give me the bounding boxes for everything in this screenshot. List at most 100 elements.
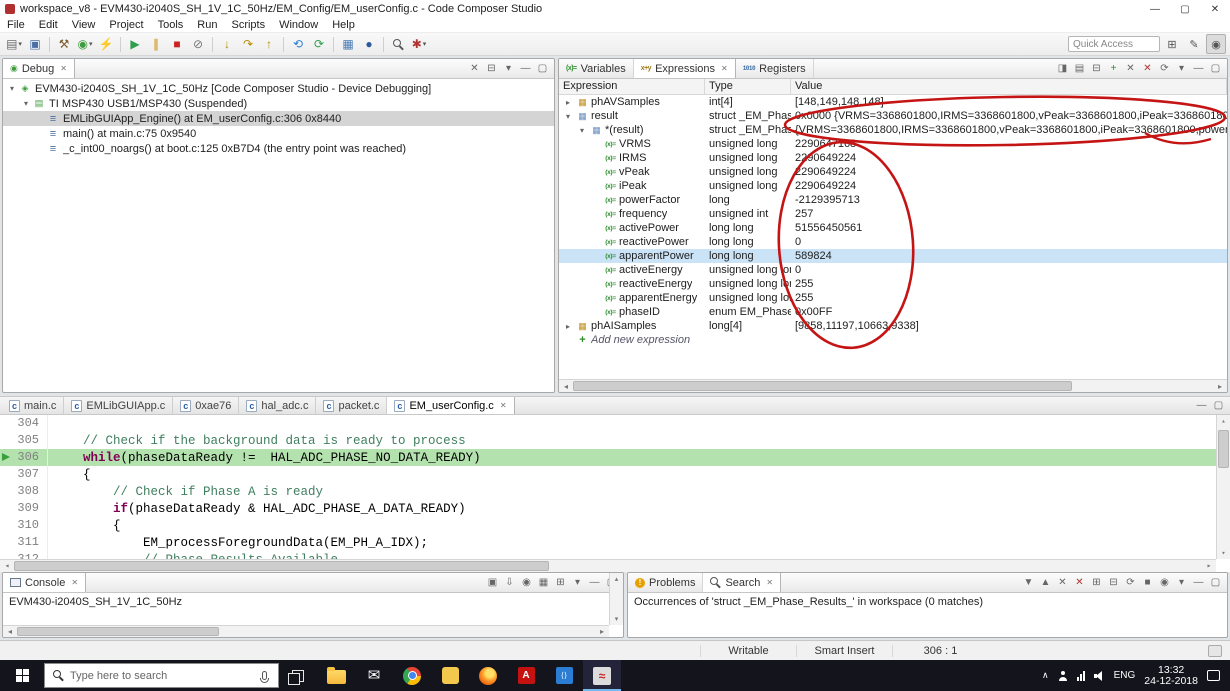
expression-row[interactable]: (x)=reactiveEnergy unsigned long long 255	[559, 277, 1227, 291]
twisty-icon[interactable]: ▸	[562, 98, 574, 107]
column-header-expression[interactable]: Expression	[559, 79, 705, 94]
expression-row[interactable]: (x)= frequency unsigned int 257	[559, 207, 1227, 221]
memory-browser-button[interactable]: ▦	[338, 34, 358, 54]
code-editor[interactable]: 304 305 // Check if the background data i…	[0, 415, 1230, 572]
scrollbar-track[interactable]	[610, 585, 623, 613]
refresh-icon[interactable]: ⟳	[1156, 61, 1173, 77]
twisty-icon[interactable]: ▾	[20, 99, 32, 108]
expand-all-icon[interactable]: ⊞	[1088, 575, 1105, 591]
view-menu-icon[interactable]: ▾	[1173, 61, 1190, 77]
remove-all-expressions-icon[interactable]: ✕	[1139, 61, 1156, 77]
collapse-all-icon[interactable]: ⊟	[1105, 575, 1122, 591]
ccs-debug-perspective-icon[interactable]: ◉	[1206, 34, 1226, 54]
disconnect-button[interactable]: ⊘	[188, 34, 208, 54]
scrollbar-thumb[interactable]	[14, 561, 549, 571]
search-content[interactable]: Occurrences of 'struct _EM_Phase_Results…	[628, 593, 1227, 637]
menu-run[interactable]: Run	[190, 19, 224, 31]
debug-tree-item[interactable]: ≡ EMLibGUIApp_Engine() at EM_userConfig.c…	[3, 111, 554, 126]
network-icon[interactable]	[1076, 670, 1085, 681]
expression-row[interactable]: (x)= reactivePower long long 0	[559, 235, 1227, 249]
maximize-button[interactable]: ▢	[1170, 0, 1200, 18]
maximize-panel-icon[interactable]: ▢	[534, 61, 551, 77]
tab-variables[interactable]: (x)= Variables	[559, 59, 634, 78]
open-console-icon[interactable]: ⊞	[552, 575, 569, 591]
menu-project[interactable]: Project	[102, 19, 150, 31]
minimize-editor-icon[interactable]: —	[1193, 398, 1210, 414]
taskbar-app-mail[interactable]: ✉	[355, 660, 393, 691]
debug-tree-item[interactable]: ▾ ◈ EVM430-i2040S_SH_1V_1C_50Hz [Code Comp…	[3, 81, 554, 96]
scrollbar-track[interactable]	[1217, 427, 1230, 547]
view-menu-icon[interactable]: ▾	[569, 575, 586, 591]
language-indicator[interactable]: ENG	[1114, 670, 1136, 681]
scrollbar-track[interactable]	[573, 380, 1213, 392]
menu-view[interactable]: View	[65, 19, 103, 31]
expression-row[interactable]: (x)= vPeak unsigned long 2290649224	[559, 165, 1227, 179]
microphone-icon[interactable]	[260, 671, 269, 683]
taskbar-app-code-composer-studio[interactable]: ≈	[583, 660, 621, 691]
editor-vertical-scrollbar[interactable]: ▴ ▾	[1216, 415, 1230, 559]
search-button[interactable]	[388, 34, 408, 54]
remove-all-matches-icon[interactable]: ✕	[1071, 575, 1088, 591]
new-button[interactable]: ▤ ▾	[4, 34, 24, 54]
debug-tree-item[interactable]: ≡ main() at main.c:75 0x9540	[3, 126, 554, 141]
close-icon[interactable]: ✕	[71, 578, 78, 587]
minimize-panel-icon[interactable]: —	[1190, 575, 1207, 591]
expression-row[interactable]: + Add new expression	[559, 333, 1227, 347]
breakpoints-button[interactable]: ●	[359, 34, 379, 54]
twisty-icon[interactable]: ▾	[562, 112, 574, 121]
expression-row[interactable]: (x)=activeEnergy unsigned long long 0	[559, 263, 1227, 277]
menu-scripts[interactable]: Scripts	[224, 19, 272, 31]
console-vertical-scrollbar[interactable]: ▴ ▾	[609, 573, 623, 625]
minimize-button[interactable]: —	[1140, 0, 1170, 18]
collapse-all-icon[interactable]: ⊟	[483, 61, 500, 77]
minimize-panel-icon[interactable]: —	[586, 575, 603, 591]
code-line[interactable]: 308 // Check if Phase A is ready	[0, 483, 1216, 500]
expression-row[interactable]: ▸ ▦ phAVSamples int[4] [148,149,148,148]	[559, 95, 1227, 109]
tab-registers[interactable]: 1010 Registers	[736, 59, 814, 78]
taskbar-app-yellow-app[interactable]	[431, 660, 469, 691]
minimize-panel-icon[interactable]: —	[517, 61, 534, 77]
task-view-button[interactable]	[279, 660, 317, 691]
expression-row[interactable]: (x)= apparentPower long long 589824	[559, 249, 1227, 263]
status-bar-icon[interactable]	[1208, 644, 1222, 657]
scroll-up-arrow-icon[interactable]: ▴	[610, 573, 623, 585]
tab-problems[interactable]: ! Problems	[628, 573, 704, 592]
layout-icon[interactable]: ▤	[1071, 61, 1088, 77]
tab-console[interactable]: Console ✕	[3, 573, 87, 592]
resume-button[interactable]: ▶	[125, 34, 145, 54]
scroll-down-arrow-icon[interactable]: ▾	[610, 613, 623, 625]
tab-packet-c[interactable]: c packet.c	[316, 397, 388, 414]
cancel-search-icon[interactable]: ■	[1139, 575, 1156, 591]
view-menu-icon[interactable]: ▾	[1173, 575, 1190, 591]
code-line[interactable]: 309 if(phaseDataReady & HAL_ADC_PHASE_A_…	[0, 500, 1216, 517]
volume-icon[interactable]	[1093, 670, 1105, 681]
expression-row[interactable]: ▸ ▦ phAISamples long[4] [9858,11197,10663,93…	[559, 319, 1227, 333]
tab-expressions[interactable]: x+y Expressions ✕	[633, 59, 736, 78]
action-center-icon[interactable]	[1207, 670, 1220, 681]
expression-row[interactable]: (x)=apparentEnergy unsigned long long 255	[559, 291, 1227, 305]
debug-button[interactable]: ◉ ▾	[75, 34, 95, 54]
scrollbar-track[interactable]	[17, 626, 595, 637]
add-expression-icon[interactable]: +	[1105, 61, 1122, 77]
step-return-button[interactable]: ↑	[259, 34, 279, 54]
taskbar-app-adobe-acrobat[interactable]: A	[507, 660, 545, 691]
tab-emlibguiapp-c[interactable]: c EMLibGUIApp.c	[64, 397, 174, 414]
ccs-edit-perspective-icon[interactable]: ✎	[1184, 34, 1204, 54]
people-icon[interactable]	[1058, 670, 1068, 681]
expression-row[interactable]: ▾ ▦ *(result) struct _EM_Phase_... {VRMS=336…	[559, 123, 1227, 137]
twisty-icon[interactable]: ▸	[562, 322, 574, 331]
suspend-button[interactable]: ∥	[146, 34, 166, 54]
pin-console-icon[interactable]: ◉	[518, 575, 535, 591]
previous-match-icon[interactable]: ▲	[1037, 575, 1054, 591]
taskbar-app-firefox[interactable]	[469, 660, 507, 691]
close-icon[interactable]: ✕	[721, 64, 728, 73]
code-line[interactable]: 307 {	[0, 466, 1216, 483]
twisty-icon[interactable]: ▾	[576, 126, 588, 135]
scroll-right-arrow-icon[interactable]: ▸	[1202, 561, 1216, 571]
tab-hal-adc-c[interactable]: c hal_adc.c	[239, 397, 317, 414]
clear-console-icon[interactable]: ▣	[484, 575, 501, 591]
menu-file[interactable]: File	[0, 19, 32, 31]
expressions-horizontal-scrollbar[interactable]: ◂ ▸	[559, 379, 1227, 392]
quick-access-input[interactable]	[1068, 36, 1160, 52]
pin-search-icon[interactable]: ◉	[1156, 575, 1173, 591]
